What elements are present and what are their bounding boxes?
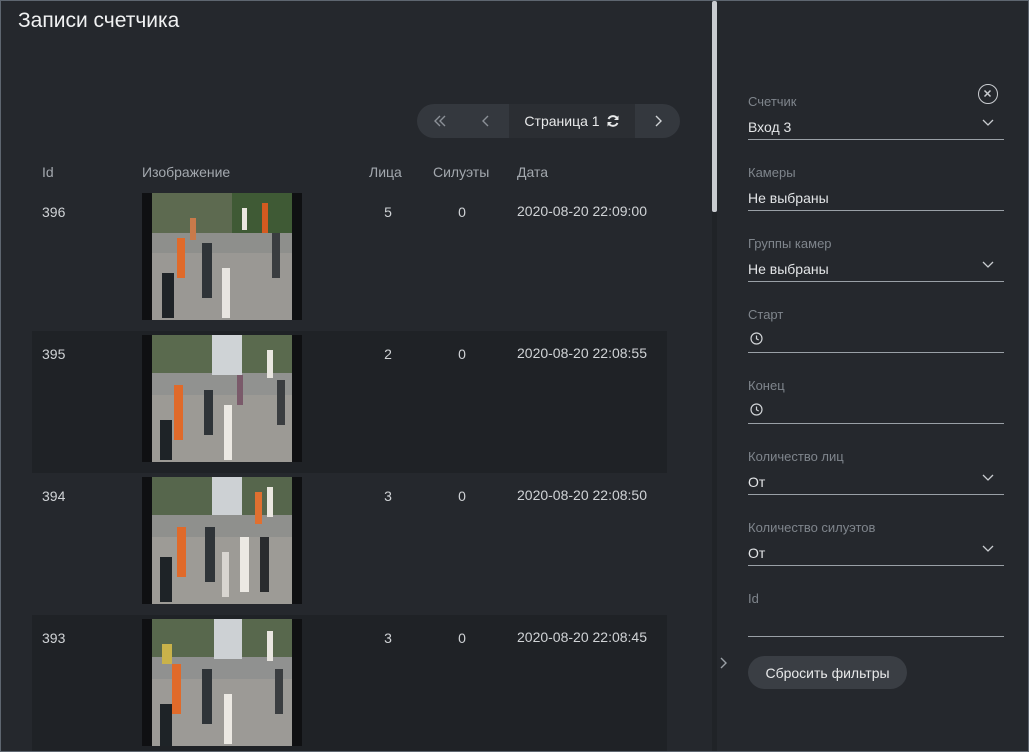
current-page-label: Страница 1 [524, 113, 600, 129]
page-title: Записи счетчика [18, 9, 180, 32]
table-row[interactable]: 396 5 0 2020-08-20 22:09:00 [32, 189, 667, 331]
faces-count-label: Количество лиц [748, 449, 844, 464]
field-underline [748, 494, 1004, 495]
records-panel: Записи счетчика Страница 1 Id Изображени… [1, 1, 713, 751]
silhouettes-count-select[interactable]: Количество силуэтов От [748, 520, 1004, 566]
chevron-down-icon [982, 119, 994, 126]
counter-select[interactable]: Счетчик Вход 3 [748, 94, 1004, 140]
chevron-left-icon [482, 115, 489, 127]
field-underline [748, 352, 1004, 353]
start-datetime-field[interactable]: Старт [748, 307, 1004, 353]
first-page-button[interactable] [417, 104, 463, 138]
record-image[interactable] [142, 193, 302, 320]
record-image[interactable] [142, 619, 302, 746]
column-id[interactable]: Id [42, 164, 54, 180]
cameras-value: Не выбраны [748, 190, 829, 206]
record-image[interactable] [142, 335, 302, 462]
cameras-label: Камеры [748, 165, 796, 180]
silhouettes-count-label: Количество силуэтов [748, 520, 876, 535]
end-label: Конец [748, 378, 785, 393]
end-datetime-field[interactable]: Конец [748, 378, 1004, 424]
chevron-down-icon [982, 474, 994, 481]
double-chevron-left-icon [434, 115, 446, 127]
id-field[interactable]: Id [748, 591, 1004, 637]
faces-count-value: От [748, 474, 766, 490]
silhouettes-count-value: От [748, 545, 766, 561]
column-silhouettes[interactable]: Силуэты [433, 164, 489, 180]
field-underline [748, 423, 1004, 424]
row-id: 396 [42, 204, 66, 220]
row-date: 2020-08-20 22:08:50 [517, 487, 647, 503]
field-underline [748, 210, 1004, 211]
row-faces: 2 [384, 346, 392, 362]
table-row[interactable]: 393 3 0 2020-08-20 22:08:45 [32, 615, 667, 751]
field-underline [748, 281, 1004, 282]
column-image[interactable]: Изображение [142, 164, 230, 180]
current-page[interactable]: Страница 1 [509, 104, 635, 138]
refresh-icon[interactable] [606, 114, 620, 128]
row-id: 393 [42, 630, 66, 646]
counter-value: Вход 3 [748, 119, 792, 135]
row-silhouettes: 0 [458, 488, 466, 504]
row-faces: 3 [384, 630, 392, 646]
prev-page-button[interactable] [463, 104, 509, 138]
field-underline [748, 139, 1004, 140]
field-underline [748, 565, 1004, 566]
table-row[interactable]: 394 3 0 2020-08-20 22:08:50 [32, 473, 667, 615]
next-page-button[interactable] [635, 104, 680, 138]
clock-icon [750, 332, 763, 345]
column-date[interactable]: Дата [517, 164, 548, 180]
pagination: Страница 1 [417, 104, 680, 138]
collapse-panel-button[interactable] [719, 656, 727, 672]
row-id: 394 [42, 488, 66, 504]
chevron-down-icon [982, 545, 994, 552]
row-id: 395 [42, 346, 66, 362]
camera-groups-select[interactable]: Группы камер Не выбраны [748, 236, 1004, 282]
clock-icon [750, 403, 763, 416]
row-faces: 5 [384, 204, 392, 220]
row-silhouettes: 0 [458, 630, 466, 646]
camera-groups-value: Не выбраны [748, 261, 829, 277]
table-header: Id Изображение Лица Силуэты Дата [1, 164, 713, 184]
reset-filters-button[interactable]: Сбросить фильтры [748, 656, 907, 689]
row-faces: 3 [384, 488, 392, 504]
row-silhouettes: 0 [458, 346, 466, 362]
row-date: 2020-08-20 22:08:45 [517, 629, 647, 645]
row-date: 2020-08-20 22:08:55 [517, 345, 647, 361]
table-row[interactable]: 395 2 0 2020-08-20 22:08:55 [32, 331, 667, 473]
filters-panel [717, 1, 1028, 751]
chevron-down-icon [982, 261, 994, 268]
chevron-right-icon [720, 657, 727, 669]
field-underline [748, 636, 1004, 637]
record-image[interactable] [142, 477, 302, 604]
row-silhouettes: 0 [458, 204, 466, 220]
cameras-field[interactable]: Камеры Не выбраны [748, 165, 1004, 211]
faces-count-select[interactable]: Количество лиц От [748, 449, 1004, 495]
chevron-right-icon [655, 115, 662, 127]
column-faces[interactable]: Лица [369, 164, 402, 180]
start-label: Старт [748, 307, 784, 322]
id-label: Id [748, 591, 759, 606]
row-date: 2020-08-20 22:09:00 [517, 203, 647, 219]
counter-label: Счетчик [748, 94, 797, 109]
camera-groups-label: Группы камер [748, 236, 832, 251]
